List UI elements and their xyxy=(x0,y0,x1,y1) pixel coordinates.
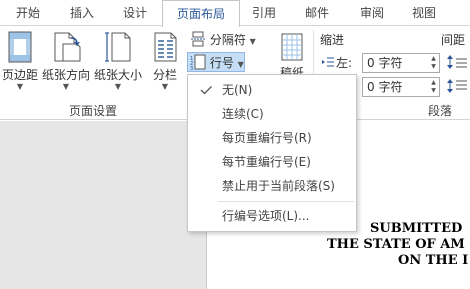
spinner-arrows-icon[interactable]: ▲ ▼ xyxy=(429,79,438,95)
menu-item-restart-each-section-label: 每节重编行号(E) xyxy=(222,155,311,169)
menu-item-restart-each-page[interactable]: 每页重编行号(R) xyxy=(189,127,355,149)
tab-home[interactable]: 开始 xyxy=(0,0,56,26)
svg-text:3: 3 xyxy=(190,66,193,70)
chevron-down-icon: ▼ xyxy=(249,37,256,46)
tab-view[interactable]: 视图 xyxy=(398,0,450,26)
chevron-down-icon: ▼ xyxy=(62,82,70,91)
menu-item-options-label: 行编号选项(L)... xyxy=(222,209,310,223)
orientation-label: 纸张方向 xyxy=(41,68,90,82)
menu-separator xyxy=(218,201,354,202)
margins-button[interactable]: 页边距 ▼ xyxy=(0,30,40,92)
page-setup-group-label: 页面设置 xyxy=(69,104,118,118)
size-button[interactable]: 纸张大小 ▼ xyxy=(92,30,144,92)
tab-mailings[interactable]: 邮件 xyxy=(288,0,346,26)
tab-design[interactable]: 设计 xyxy=(108,0,162,26)
line-numbers-icon: 1 2 3 xyxy=(190,54,206,72)
menu-item-none[interactable]: 无(N) xyxy=(189,79,355,101)
indent-left-value: 0 字符 xyxy=(367,56,403,70)
margins-icon xyxy=(8,31,32,63)
menu-item-continuous[interactable]: 连续(C) xyxy=(189,103,355,125)
menu-item-suppress-current-paragraph[interactable]: 禁止用于当前段落(S) xyxy=(189,175,355,197)
menu-item-suppress-label: 禁止用于当前段落(S) xyxy=(222,179,335,193)
orientation-button[interactable]: 纸张方向 ▼ xyxy=(41,30,91,92)
menu-item-restart-each-page-label: 每页重编行号(R) xyxy=(222,131,312,145)
chevron-down-icon: ▼ xyxy=(114,82,122,91)
chevron-down-icon: ▼ xyxy=(237,60,244,69)
indent-left-spinner[interactable]: 0 字符 ▲ ▼ xyxy=(362,53,440,73)
breaks-icon xyxy=(191,31,205,47)
doc-heading-line-1: SUBMITTED xyxy=(370,221,463,236)
line-numbers-label: 行号 xyxy=(209,56,234,70)
paragraph-group-label: 段落 xyxy=(428,104,453,118)
doc-heading-line-3: ON THE I xyxy=(398,253,469,268)
columns-button[interactable]: 分栏 ▼ xyxy=(148,30,182,92)
indent-left-icon xyxy=(322,57,334,67)
tab-review[interactable]: 审阅 xyxy=(346,0,398,26)
indent-label: 缩进 xyxy=(320,33,345,47)
menu-item-restart-each-section[interactable]: 每节重编行号(E) xyxy=(189,151,355,173)
line-numbers-menu: 无(N) 连续(C) 每页重编行号(R) 每节重编行号(E) 禁止用于当前段落(… xyxy=(187,74,357,232)
menu-item-none-label: 无(N) xyxy=(222,83,253,97)
spinner-arrows-icon[interactable]: ▲ ▼ xyxy=(429,55,438,71)
doc-heading-line-2: THE STATE OF AM xyxy=(327,237,465,252)
tab-insert[interactable]: 插入 xyxy=(56,0,108,26)
columns-icon xyxy=(154,32,177,62)
chevron-down-icon: ▼ xyxy=(16,82,24,91)
menu-item-line-numbering-options[interactable]: 行编号选项(L)... xyxy=(189,205,355,227)
tab-references[interactable]: 引用 xyxy=(240,0,288,26)
menu-item-continuous-label: 连续(C) xyxy=(222,107,264,121)
line-numbers-button[interactable]: 1 2 3 行号 ▼ xyxy=(187,52,245,72)
chevron-down-icon: ▼ xyxy=(161,82,169,91)
orientation-icon xyxy=(54,32,81,62)
ribbon-tab-bar: 开始 插入 设计 页面布局 引用 邮件 审阅 视图 xyxy=(0,0,470,27)
spacing-before-icon xyxy=(447,55,467,69)
margins-label: 页边距 xyxy=(1,68,38,82)
paper-size-icon xyxy=(105,32,131,62)
breaks-button[interactable]: 分隔符 ▼ xyxy=(188,30,260,50)
breaks-label: 分隔符 xyxy=(209,33,246,47)
columns-label: 分栏 xyxy=(152,68,177,82)
indent-right-spinner[interactable]: 0 字符 ▲ ▼ xyxy=(362,77,440,97)
tab-page-layout[interactable]: 页面布局 xyxy=(162,0,240,27)
size-label: 纸张大小 xyxy=(93,68,142,82)
manuscript-paper-icon xyxy=(281,33,303,61)
spacing-after-icon xyxy=(447,79,467,93)
spacing-label: 间距 xyxy=(441,33,466,47)
checkmark-icon xyxy=(200,86,212,95)
indent-right-value: 0 字符 xyxy=(367,80,403,94)
indent-left-label: 左: xyxy=(336,56,353,70)
